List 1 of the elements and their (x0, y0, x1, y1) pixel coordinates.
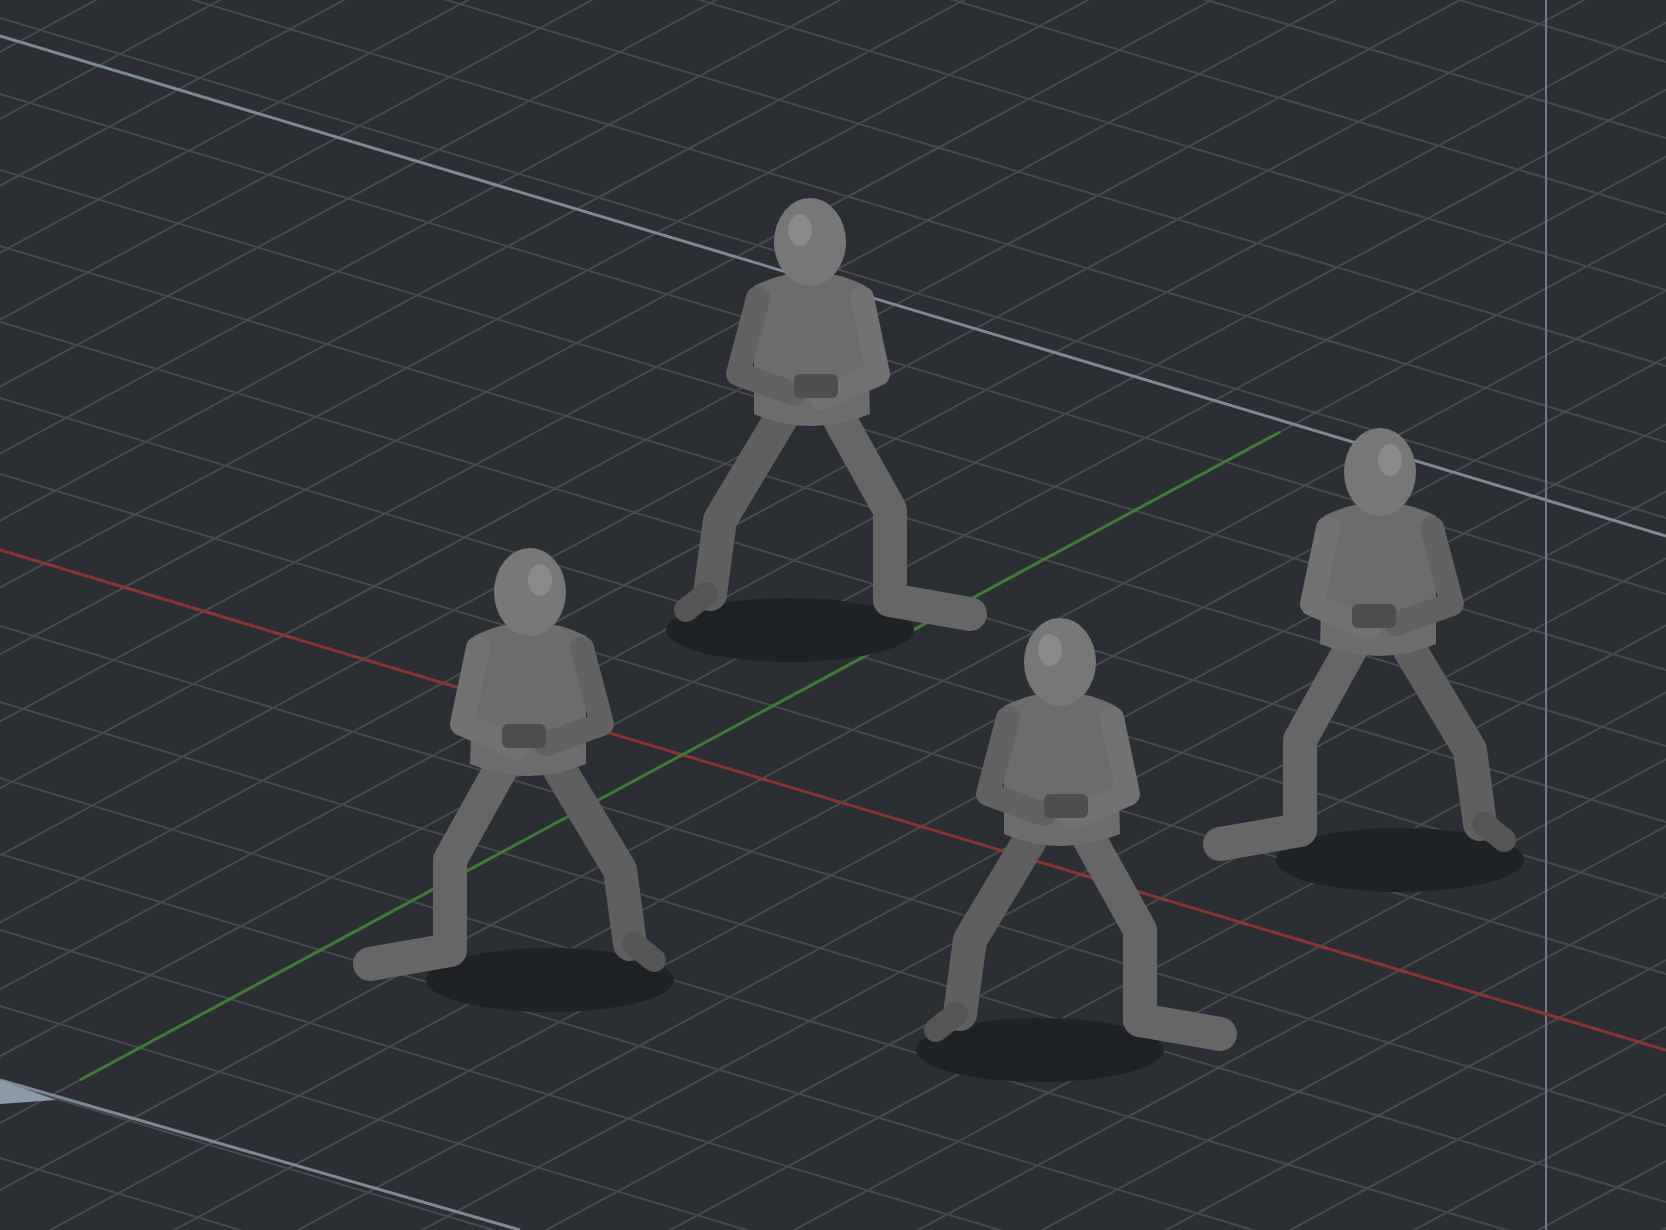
corner-triangle-icon (0, 1080, 56, 1104)
